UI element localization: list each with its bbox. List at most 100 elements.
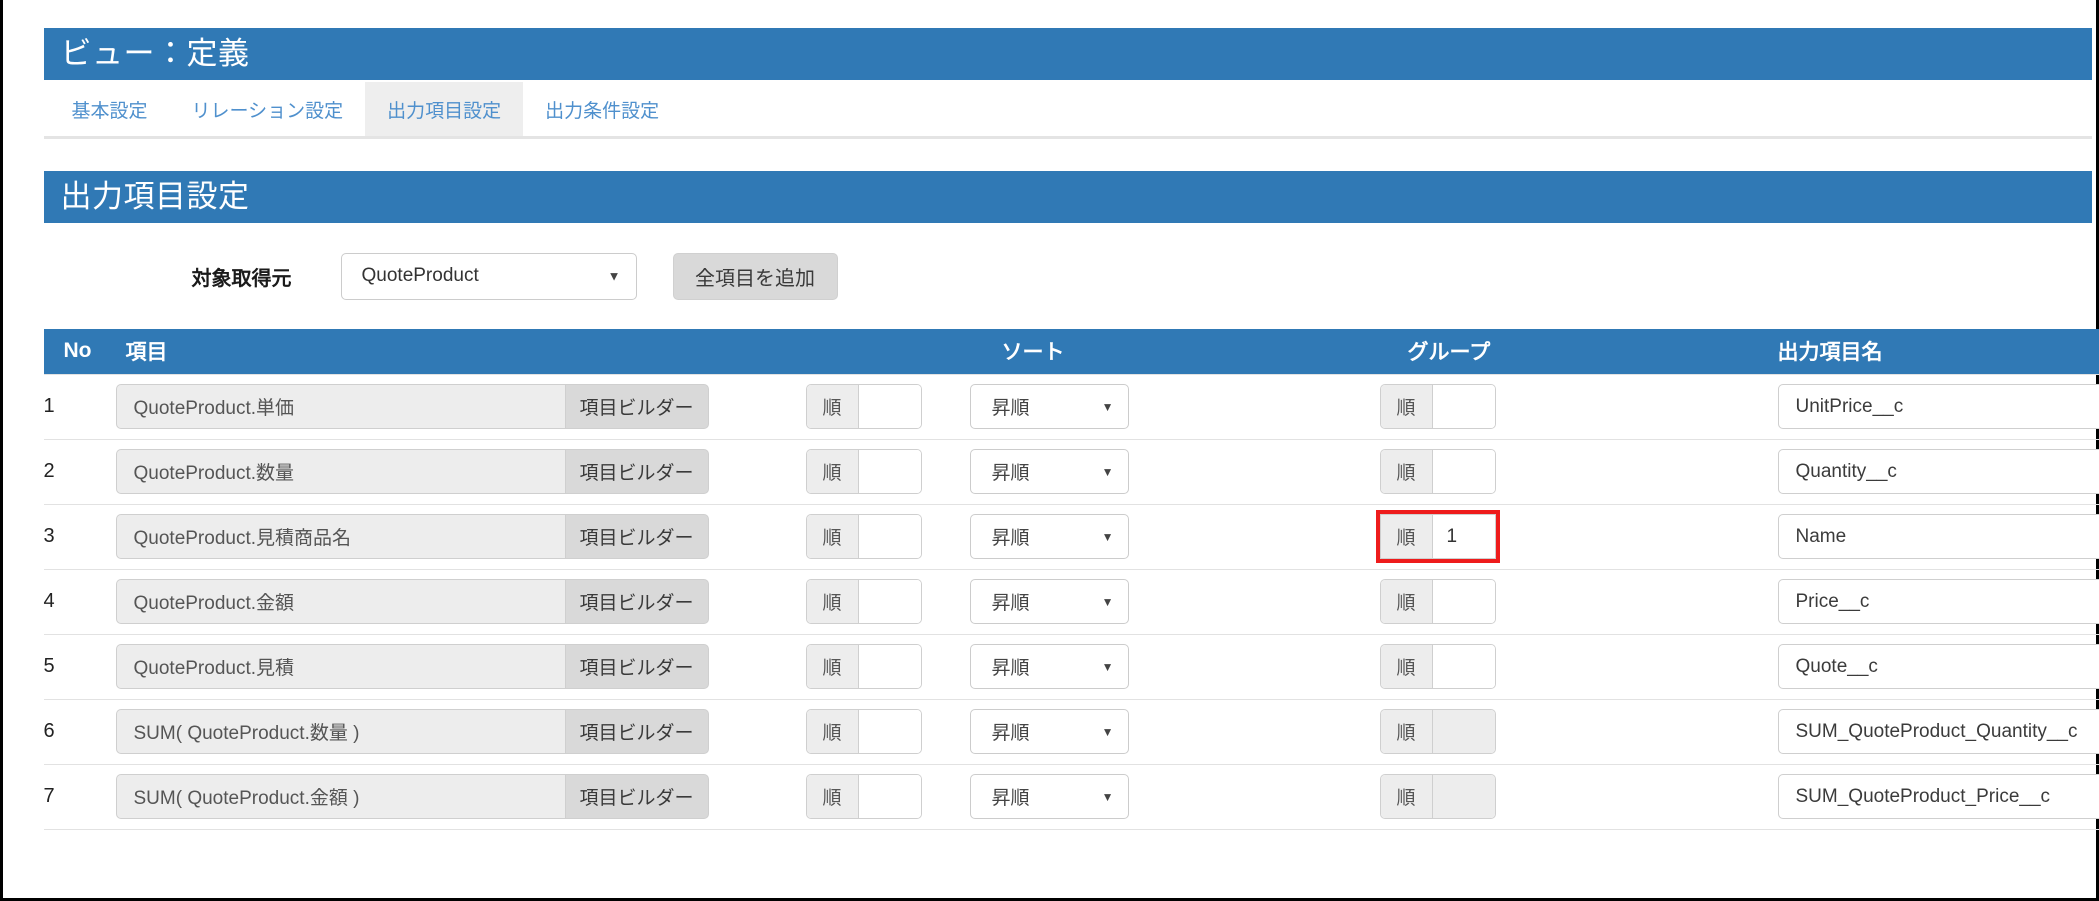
- output-name-input[interactable]: SUM_QuoteProduct_Quantity__c: [1778, 709, 2099, 754]
- field-builder-button[interactable]: 項目ビルダー: [565, 514, 709, 559]
- sort-direction-select[interactable]: 昇順▼: [970, 644, 1129, 689]
- group-order-field[interactable]: 順: [1380, 384, 1496, 429]
- group-order-field[interactable]: 順: [1380, 449, 1496, 494]
- item-input[interactable]: QuoteProduct.見積商品名: [116, 514, 565, 559]
- group-order-prefix-label: 順: [1381, 450, 1433, 493]
- sort-direction-select[interactable]: 昇順 ▼: [970, 774, 1129, 819]
- item-cell: SUM( QuoteProduct.金額 )項目ビルダー: [106, 764, 806, 829]
- output-name-cell: Quantity__c: [1766, 439, 2099, 504]
- sort-order-input[interactable]: [859, 385, 921, 428]
- sort-order-field[interactable]: 順: [806, 514, 922, 559]
- output-name-input[interactable]: Quantity__c: [1778, 449, 2099, 494]
- output-name-input[interactable]: Price__c: [1778, 579, 2099, 624]
- row-number: 4: [44, 569, 106, 634]
- group-order-field[interactable]: 順: [1380, 644, 1496, 689]
- tab-1[interactable]: 基本設定: [50, 82, 170, 136]
- field-builder-button[interactable]: 項目ビルダー: [565, 384, 709, 429]
- field-builder-button[interactable]: 項目ビルダー: [565, 449, 709, 494]
- sort-order-input[interactable]: [859, 710, 921, 753]
- output-name-input[interactable]: SUM_QuoteProduct_Price__c: [1778, 774, 2099, 819]
- source-select-value: QuoteProduct: [362, 265, 479, 287]
- group-order-field: 順: [1380, 709, 1496, 754]
- sort-order-prefix-label: 順: [807, 515, 859, 558]
- group-cell: 順: [1376, 374, 1766, 439]
- sort-direction-select[interactable]: 昇順▼: [970, 514, 1129, 559]
- tab-3[interactable]: 出力項目設定: [365, 82, 523, 136]
- column-header-sort: ソート: [806, 329, 1376, 374]
- item-input[interactable]: SUM( QuoteProduct.金額 ): [116, 774, 565, 819]
- field-builder-button[interactable]: 項目ビルダー: [565, 579, 709, 624]
- sort-order-prefix-label: 順: [807, 385, 859, 428]
- chevron-down-icon: ▼: [1102, 466, 1114, 478]
- item-input[interactable]: QuoteProduct.見積: [116, 644, 565, 689]
- sort-order-field[interactable]: 順: [806, 709, 922, 754]
- sort-direction-select[interactable]: 昇順▼: [970, 709, 1129, 754]
- tab-2[interactable]: リレーション設定: [170, 82, 366, 136]
- highlight-box: 順1: [1376, 510, 1500, 563]
- group-order-field[interactable]: 順: [1380, 579, 1496, 624]
- sort-order-input[interactable]: [859, 580, 921, 623]
- chevron-down-icon: ▼: [608, 270, 621, 283]
- sort-cell: 順 昇順▼: [806, 634, 1376, 699]
- group-order-input[interactable]: [1433, 385, 1495, 428]
- output-name-input[interactable]: Name: [1778, 514, 2099, 559]
- table-body: 1QuoteProduct.単価項目ビルダー順昇順▼順UnitPrice__c2…: [44, 374, 2099, 829]
- sort-order-field[interactable]: 順: [806, 384, 922, 429]
- tab-label: 出力項目設定: [387, 96, 501, 123]
- chevron-down-icon: ▼: [1102, 791, 1114, 803]
- output-name-input[interactable]: UnitPrice__c: [1778, 384, 2099, 429]
- item-input[interactable]: QuoteProduct.単価: [116, 384, 565, 429]
- tab-label: 基本設定: [72, 96, 148, 123]
- item-field-group: QuoteProduct.金額項目ビルダー: [106, 579, 806, 624]
- sort-cell: 順 昇順▼: [806, 504, 1376, 569]
- sort-order-field[interactable]: 順: [806, 644, 922, 689]
- output-name-input[interactable]: Quote__c: [1778, 644, 2099, 689]
- tab-4[interactable]: 出力条件設定: [523, 82, 681, 136]
- source-label: 対象取得元: [192, 262, 292, 291]
- source-select[interactable]: QuoteProduct ▼: [341, 253, 637, 300]
- row-number: 5: [44, 634, 106, 699]
- sort-order-field[interactable]: 順: [806, 579, 922, 624]
- group-order-input[interactable]: [1433, 450, 1495, 493]
- item-input[interactable]: QuoteProduct.金額: [116, 579, 565, 624]
- source-selector-row: 対象取得元 QuoteProduct ▼ 全項目を追加: [44, 245, 2080, 307]
- sort-order-input[interactable]: [859, 645, 921, 688]
- sort-order-field[interactable]: 順: [806, 449, 922, 494]
- group-cell: 順: [1376, 569, 1766, 634]
- sort-direction-value: 昇順: [992, 783, 1030, 810]
- sort-order-input[interactable]: [859, 515, 921, 558]
- sort-direction-select[interactable]: 昇順▼: [970, 384, 1129, 429]
- field-builder-button[interactable]: 項目ビルダー: [565, 774, 709, 819]
- group-order-input[interactable]: [1433, 580, 1495, 623]
- item-field-group: SUM( QuoteProduct.数量 )項目ビルダー: [106, 709, 806, 754]
- tab-label: 出力条件設定: [545, 96, 659, 123]
- add-all-fields-button[interactable]: 全項目を追加: [673, 253, 838, 300]
- group-order-input[interactable]: 1: [1433, 515, 1495, 558]
- sort-order-input[interactable]: [859, 450, 921, 493]
- sort-controls: 順 昇順▼: [806, 644, 1376, 689]
- sort-direction-value: 昇順: [992, 523, 1030, 550]
- table-row: 3QuoteProduct.見積商品名項目ビルダー順昇順▼順1Name: [44, 504, 2099, 569]
- group-order-input[interactable]: [1433, 645, 1495, 688]
- sort-order-prefix-label: 順: [807, 450, 859, 493]
- sort-direction-select[interactable]: 昇順▼: [970, 579, 1129, 624]
- output-name-cell: Price__c: [1766, 569, 2099, 634]
- group-order-input: [1433, 710, 1495, 753]
- group-order-field[interactable]: 順1: [1380, 514, 1496, 559]
- item-cell: QuoteProduct.単価項目ビルダー: [106, 374, 806, 439]
- item-input[interactable]: SUM( QuoteProduct.数量 ): [116, 709, 565, 754]
- group-cell: 順1: [1376, 504, 1766, 569]
- field-builder-button[interactable]: 項目ビルダー: [565, 709, 709, 754]
- sort-order-field[interactable]: 順: [806, 774, 922, 819]
- group-order-input: [1433, 775, 1495, 818]
- page-title: ビュー：定義: [44, 28, 2092, 80]
- chevron-down-icon: ▼: [1102, 596, 1114, 608]
- sort-order-input[interactable]: [859, 775, 921, 818]
- item-field-group: QuoteProduct.数量項目ビルダー: [106, 449, 806, 494]
- field-builder-button[interactable]: 項目ビルダー: [565, 644, 709, 689]
- group-controls: 順: [1376, 709, 1766, 754]
- sort-cell: 順 昇順▼: [806, 439, 1376, 504]
- sort-direction-select[interactable]: 昇順▼: [970, 449, 1129, 494]
- item-input[interactable]: QuoteProduct.数量: [116, 449, 565, 494]
- table-row: 6SUM( QuoteProduct.数量 )項目ビルダー順昇順▼順SUM_Qu…: [44, 699, 2099, 764]
